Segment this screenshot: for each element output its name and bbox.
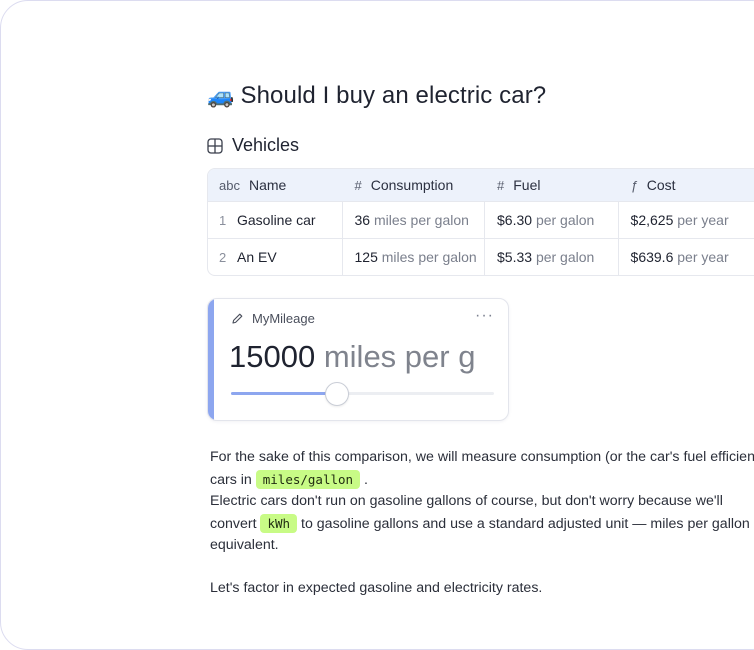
slider-value: 15000 <box>229 339 316 374</box>
paragraph-line: equivalent. <box>210 537 279 553</box>
cell-name[interactable]: 2 An EV <box>208 239 343 275</box>
text-span: cars in <box>210 471 252 488</box>
table-icon <box>207 137 223 154</box>
table-row[interactable]: 2 An EV 125 miles per galon $5.33 per ga… <box>208 238 754 275</box>
slider-fill <box>231 392 337 395</box>
column-label: Name <box>248 177 287 193</box>
cell-fuel[interactable]: $6.30 per galon <box>485 202 619 238</box>
paragraph-line: For the sake of this comparison, we will… <box>210 449 754 465</box>
more-options-icon[interactable]: ··· <box>475 307 494 325</box>
cell-cost[interactable]: $639.6 per year <box>619 239 754 275</box>
number-type-icon: # <box>497 177 505 193</box>
page-title: 🚙 Should I buy an electric car? <box>207 82 546 110</box>
cell-consumption[interactable]: 125 miles per galon <box>343 239 485 275</box>
cell-text: An EV <box>237 249 277 265</box>
text-type-icon: abc <box>219 177 240 193</box>
cell-value: $2,625 <box>630 212 674 228</box>
pencil-icon[interactable] <box>231 312 244 325</box>
table-section-header[interactable]: Vehicles <box>207 135 299 156</box>
cell-unit: miles per galon <box>373 212 469 228</box>
column-header-fuel[interactable]: # Fuel <box>485 169 619 201</box>
table-header-row: abc Name # Consumption # Fuel ƒ Cost <box>208 169 754 201</box>
column-label: Cost <box>646 177 676 193</box>
text-span: convert <box>210 515 257 532</box>
cell-name[interactable]: 1 Gasoline car <box>208 202 343 238</box>
slider-track[interactable] <box>231 382 494 406</box>
slider-unit: miles per g <box>323 339 476 374</box>
slider-name: MyMileage <box>252 311 315 326</box>
cell-value: $5.33 <box>497 249 533 265</box>
cell-value: $639.6 <box>630 249 674 265</box>
cell-unit: per galon <box>535 212 595 228</box>
vehicles-table: abc Name # Consumption # Fuel ƒ Cost 1 G… <box>207 168 754 276</box>
column-header-name[interactable]: abc Name <box>208 169 343 201</box>
car-icon: 🚙 <box>207 83 235 108</box>
paragraph-line: cars in miles/gallon . <box>210 469 754 492</box>
slider-name-row[interactable]: MyMileage <box>231 311 315 326</box>
paragraph-line: Let's factor in expected gasoline and el… <box>210 580 543 596</box>
formula-type-icon: ƒ <box>630 177 638 193</box>
cell-unit: per year <box>677 249 729 265</box>
column-header-consumption[interactable]: # Consumption <box>343 169 485 201</box>
text-span: to gasoline gallons and use a standard a… <box>301 515 754 532</box>
row-index: 2 <box>219 249 227 265</box>
page-title-text: Should I buy an electric car? <box>240 82 547 109</box>
inline-code: miles/gallon <box>255 469 361 489</box>
cell-cost[interactable]: $2,625 per year <box>619 202 754 238</box>
column-label: Fuel <box>513 177 541 193</box>
column-header-cost[interactable]: ƒ Cost <box>619 169 754 201</box>
cell-value: 125 <box>354 249 378 265</box>
paragraph-line: convert kWh to gasoline gallons and use … <box>210 513 754 536</box>
row-index: 1 <box>219 212 227 228</box>
slider-value-display[interactable]: 15000 miles per g <box>229 339 475 375</box>
body-text: For the sake of this comparison, we will… <box>210 447 754 600</box>
table-row[interactable]: 1 Gasoline car 36 miles per galon $6.30 … <box>208 201 754 238</box>
cell-value: $6.30 <box>497 212 533 228</box>
slider-handle[interactable] <box>325 382 350 406</box>
number-type-icon: # <box>354 177 362 193</box>
cell-unit: per year <box>677 212 729 228</box>
cell-value: 36 <box>354 212 371 228</box>
mileage-slider-card: MyMileage ··· 15000 miles per g <box>207 298 509 421</box>
paragraph-line: Electric cars don't run on gasoline gall… <box>210 493 723 509</box>
cell-text: Gasoline car <box>237 212 316 228</box>
text-span: . <box>364 471 368 488</box>
table-title: Vehicles <box>232 135 300 155</box>
cell-consumption[interactable]: 36 miles per galon <box>343 202 485 238</box>
cell-unit: per galon <box>535 249 595 265</box>
card-accent-bar <box>208 299 214 420</box>
column-label: Consumption <box>370 177 454 193</box>
cell-fuel[interactable]: $5.33 per galon <box>485 239 619 275</box>
inline-code: kWh <box>260 513 298 533</box>
cell-unit: miles per galon <box>381 249 477 265</box>
